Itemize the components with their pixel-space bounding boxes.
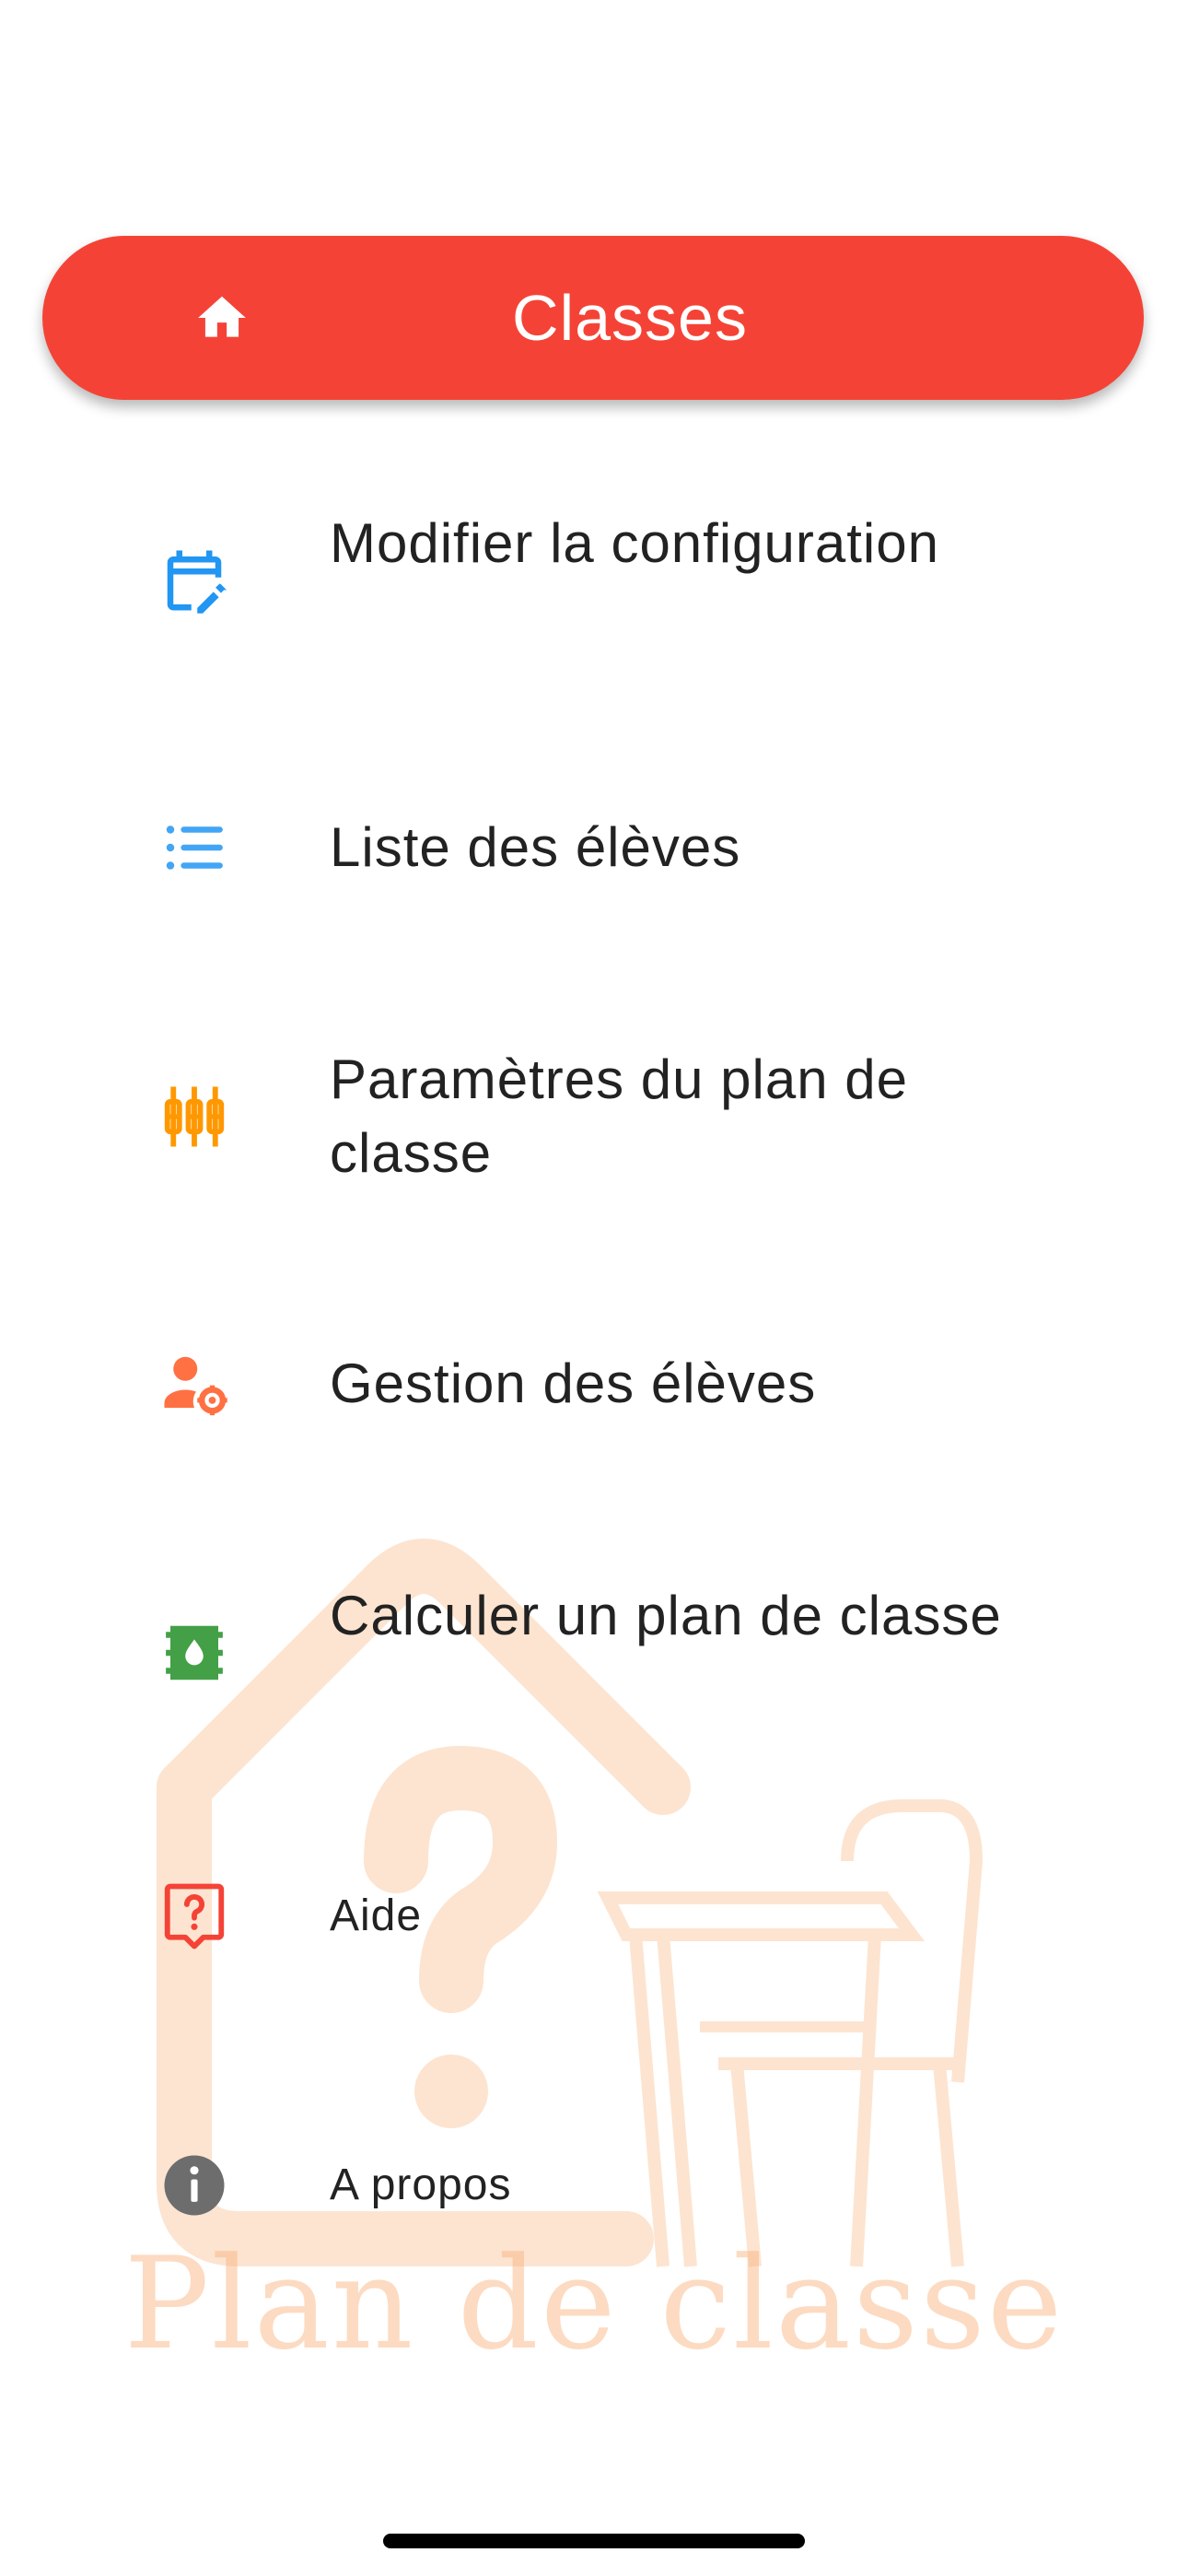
menu-item-label: Modifier la configuration (330, 512, 940, 574)
menu-item-modifier-configuration[interactable]: Modifier la configuration (0, 498, 1188, 663)
tune-icon (164, 1086, 225, 1147)
menu-item-aide[interactable]: Aide (0, 1879, 1188, 1953)
home-indicator[interactable] (383, 2534, 805, 2548)
header-classes-button[interactable]: Classes (42, 236, 1144, 400)
list-icon (166, 825, 223, 870)
info-icon (164, 2155, 225, 2216)
help-icon (164, 1883, 225, 1950)
calendar-edit-icon (167, 550, 227, 614)
menu-item-label: Calculer un plan de classe (330, 1585, 1002, 1646)
calculate-plan-icon (166, 1625, 223, 1680)
person-settings-icon (164, 1356, 227, 1416)
menu-item-label: A propos (330, 2160, 512, 2209)
menu-item-label: Liste des élèves (330, 816, 741, 878)
menu-item-calculer-plan[interactable]: Calculer un plan de classe (0, 1570, 1188, 1736)
menu-item-label: Gestion des élèves (330, 1352, 817, 1414)
menu-item-liste-eleves[interactable]: Liste des élèves (0, 802, 1188, 894)
header-title: Classes (512, 282, 748, 354)
menu-item-label: Paramètres du plan de classe (330, 1048, 909, 1184)
watermark-title: Plan de classe (123, 2230, 1065, 2378)
app-screen: Plan de classe Classes Modifier la confi… (0, 0, 1188, 2576)
menu-item-a-propos[interactable]: A propos (0, 2149, 1188, 2222)
menu-item-label: Aide (330, 1891, 423, 1940)
menu-item-parametres-plan[interactable]: Paramètres du plan de classe (0, 1034, 1188, 1200)
menu-item-gestion-eleves[interactable]: Gestion des élèves (0, 1338, 1188, 1430)
